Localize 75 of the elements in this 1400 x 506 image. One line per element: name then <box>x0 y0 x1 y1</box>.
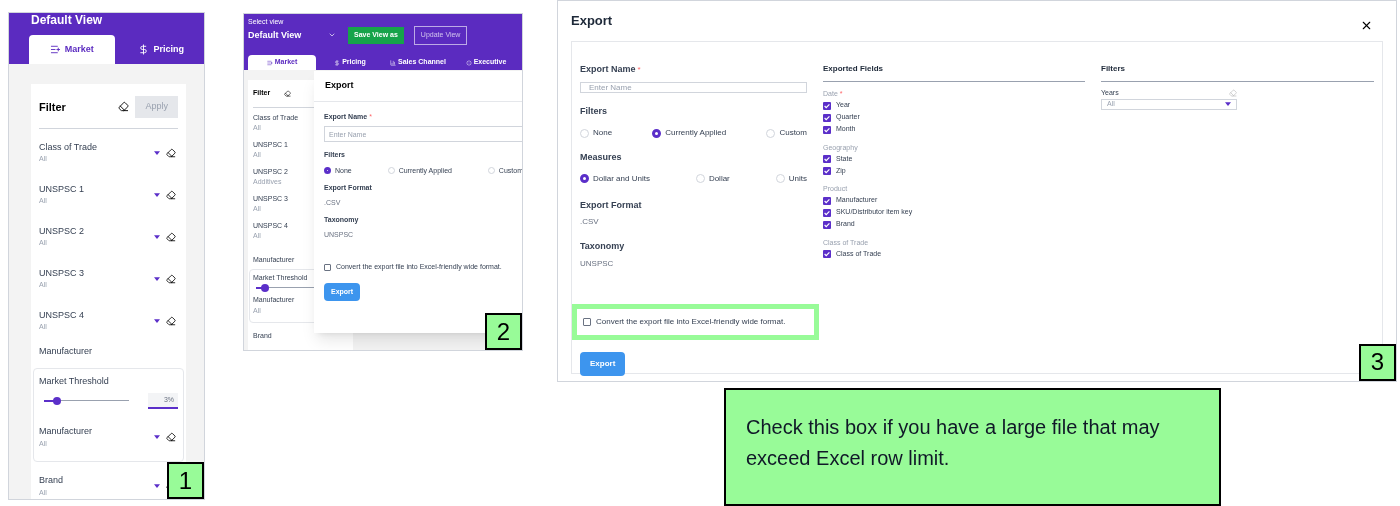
tab-icon <box>465 59 472 66</box>
slider-thumb[interactable] <box>52 396 61 405</box>
tab-icon <box>390 59 397 66</box>
checkbox[interactable] <box>823 208 831 217</box>
threshold-label: Market Threshold <box>39 375 110 388</box>
radio-label: Custom <box>779 127 807 139</box>
filter-title: Filter <box>39 99 66 115</box>
caret-icon <box>1225 102 1231 106</box>
caret-icon <box>154 192 160 197</box>
field-label: Taxonomy <box>580 240 626 253</box>
caret-icon <box>154 150 160 155</box>
filter-label: UNSPSC 2 <box>39 224 84 238</box>
radio-label: Dollar and Units <box>593 172 650 185</box>
eraser-icon <box>166 189 176 200</box>
export-name-input[interactable]: Enter Name <box>580 81 807 93</box>
caret-icon <box>154 484 160 488</box>
eraser-icon <box>1229 89 1237 98</box>
filter-label: UNSPSC 4 <box>39 308 84 322</box>
field-label: Filters <box>580 104 608 118</box>
convert-option-label: Convert the export file into Excel-friendly wide format. <box>596 315 786 328</box>
field-label: Export Name <box>580 63 636 76</box>
filter-label: UNSPSC 3 <box>39 266 84 280</box>
radio-label: None <box>593 127 613 139</box>
eraser-icon <box>166 273 176 284</box>
checkbox[interactable] <box>823 220 831 229</box>
caret-icon <box>154 435 160 439</box>
view-title: Default View <box>30 13 104 27</box>
radio-button[interactable] <box>324 167 331 175</box>
eraser-icon <box>284 89 292 97</box>
tab-icon <box>49 44 61 55</box>
checkbox[interactable] <box>823 113 831 122</box>
field-label: Measures <box>580 151 623 164</box>
view-title: Default View <box>248 28 303 42</box>
eraser-icon <box>166 315 176 326</box>
filter-label: UNSPSC 1 <box>39 182 84 196</box>
radio-label: Dollar <box>708 172 730 185</box>
field-label: Export Format <box>580 198 643 212</box>
eraser-icon <box>166 432 176 442</box>
checkbox[interactable] <box>583 317 591 326</box>
radio-button[interactable] <box>580 174 589 183</box>
dialog-title: Export <box>314 71 522 102</box>
filter-label: Manufacturer <box>39 425 93 438</box>
tab-icon <box>138 44 150 55</box>
caret-icon <box>154 234 160 239</box>
eraser-icon <box>166 231 176 242</box>
eraser-icon <box>166 147 176 158</box>
step-number-badge: 2 <box>485 313 522 350</box>
step-number-badge: 1 <box>167 462 204 499</box>
dialog-title: Export <box>571 12 613 31</box>
radio-label: Currently Applied <box>665 127 727 139</box>
checkbox[interactable] <box>823 196 831 205</box>
eraser-icon <box>118 101 130 113</box>
checkbox[interactable] <box>324 263 331 271</box>
section-heading: Manufacturer <box>39 344 94 358</box>
checkbox[interactable] <box>823 101 831 110</box>
caret-icon <box>154 276 160 281</box>
tab[interactable]: Pricing <box>118 35 204 64</box>
radio-button[interactable] <box>652 128 662 138</box>
step-number-badge: 3 <box>1359 343 1396 381</box>
tab-icon <box>266 59 273 66</box>
tab[interactable]: Market <box>29 35 115 64</box>
slider-thumb[interactable] <box>261 283 269 292</box>
section-title: Filters <box>1101 63 1374 82</box>
section-title: Exported Fields <box>823 63 1085 82</box>
field-value: .CSV <box>580 216 600 228</box>
field-value: UNSPSC <box>580 257 615 270</box>
callout-note: Check this box if you have a large file that may exceed Excel row limit. <box>724 387 1221 506</box>
checkbox[interactable] <box>823 125 831 134</box>
radio-label: Units <box>788 172 807 185</box>
required-mark: * <box>637 63 641 76</box>
caret-icon <box>154 318 160 323</box>
export-button[interactable]: Export <box>580 351 626 376</box>
tab-icon <box>334 59 341 66</box>
filter-label: Class of Trade <box>39 140 98 154</box>
filter-label: Brand <box>39 474 64 487</box>
